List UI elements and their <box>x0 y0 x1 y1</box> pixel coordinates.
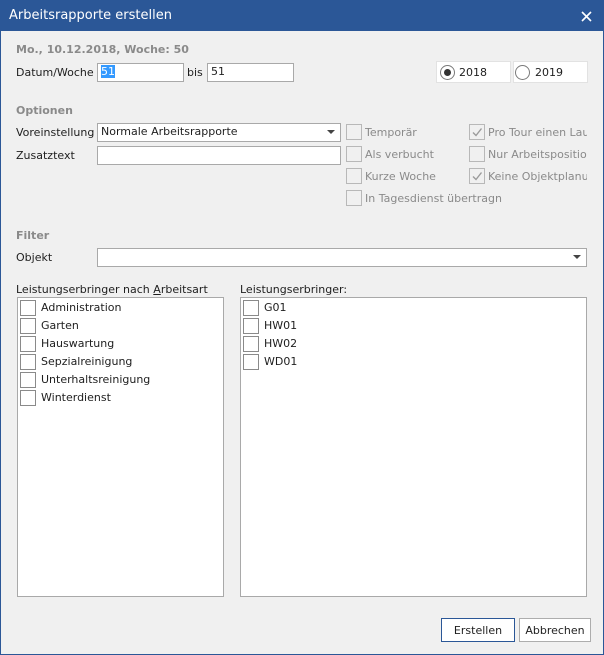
day-service-label: In Tagesdienst übertragn <box>365 192 502 205</box>
date-week-label: Datum/Woche <box>16 66 94 79</box>
dialog-window: Arbeitsrapporte erstellen Mo., 10.12.201… <box>0 0 604 655</box>
year-2019-radio[interactable] <box>515 65 530 80</box>
providers-list-label: Leistungserbringer: <box>240 283 348 296</box>
list-item-checkbox[interactable] <box>243 336 259 352</box>
list-item[interactable]: Administration <box>20 299 210 317</box>
per-tour-label: Pro Tour einen Lauf <box>488 126 587 139</box>
providers-list[interactable]: G01 HW01 HW02 WD01 <box>240 297 587 597</box>
list-item[interactable]: Winterdienst <box>20 389 210 407</box>
work-positions-checkbox[interactable] <box>469 146 485 162</box>
week-from-input[interactable]: 51 <box>97 63 184 82</box>
list-item[interactable]: G01 <box>243 299 433 317</box>
short-week-label: Kurze Woche <box>365 170 436 183</box>
date-line: Mo., 10.12.2018, Woche: 50 <box>16 43 189 56</box>
to-label: bis <box>187 66 203 79</box>
booked-checkbox[interactable] <box>346 146 362 162</box>
temporary-checkbox[interactable] <box>346 124 362 140</box>
list-item[interactable]: HW02 <box>243 335 433 353</box>
window-title: Arbeitsrapporte erstellen <box>9 8 172 23</box>
object-combobox[interactable] <box>97 248 587 267</box>
list-item-checkbox[interactable] <box>243 318 259 334</box>
list-item-checkbox[interactable] <box>20 336 36 352</box>
list-item-checkbox[interactable] <box>20 390 36 406</box>
work-positions-label: Nur Arbeitspositionen <box>488 148 587 161</box>
week-from-value: 51 <box>101 65 115 78</box>
preset-combobox[interactable]: Normale Arbeitsrapporte <box>97 123 341 142</box>
year-2019-label: 2019 <box>535 66 563 79</box>
list-item-checkbox[interactable] <box>20 372 36 388</box>
work-type-list-label: Leistungserbringer nach Arbeitsart <box>16 283 208 296</box>
list-item[interactable]: Hauswartung <box>20 335 210 353</box>
chevron-down-icon <box>327 130 335 134</box>
close-icon[interactable] <box>569 1 603 31</box>
chevron-down-icon <box>573 255 581 259</box>
work-type-list[interactable]: Administration Garten Hauswartung Sepzia… <box>17 297 224 597</box>
list-item-checkbox[interactable] <box>20 354 36 370</box>
list-item[interactable]: Garten <box>20 317 210 335</box>
options-section-title: Optionen <box>16 104 73 117</box>
filter-section-title: Filter <box>16 229 50 242</box>
list-item-checkbox[interactable] <box>243 300 259 316</box>
list-item[interactable]: WD01 <box>243 353 433 371</box>
list-item-checkbox[interactable] <box>243 354 259 370</box>
booked-label: Als verbucht <box>365 148 434 161</box>
cancel-button[interactable]: Abbrechen <box>519 618 591 642</box>
no-object-planning-label: Keine Objektplanung <box>488 170 587 183</box>
extra-text-label: Zusatztext <box>16 149 75 162</box>
list-item[interactable]: Unterhaltsreinigung <box>20 371 210 389</box>
year-2019-option[interactable]: 2019 <box>513 61 588 83</box>
short-week-checkbox[interactable] <box>346 168 362 184</box>
preset-value: Normale Arbeitsrapporte <box>101 125 238 138</box>
object-label: Objekt <box>16 251 53 264</box>
year-2018-radio[interactable] <box>440 65 455 80</box>
title-bar: Arbeitsrapporte erstellen <box>1 1 603 31</box>
create-button[interactable]: Erstellen <box>441 618 515 642</box>
year-2018-option[interactable]: 2018 <box>436 61 511 83</box>
week-to-input[interactable]: 51 <box>207 63 294 82</box>
per-tour-checkbox[interactable] <box>469 124 485 140</box>
checkmark-icon <box>472 172 483 181</box>
list-item-checkbox[interactable] <box>20 300 36 316</box>
list-item[interactable]: HW01 <box>243 317 433 335</box>
temporary-label: Temporär <box>365 126 417 139</box>
list-item-checkbox[interactable] <box>20 318 36 334</box>
extra-text-input[interactable] <box>97 146 341 165</box>
list-item[interactable]: Sepzialreinigung <box>20 353 210 371</box>
year-2018-label: 2018 <box>459 66 487 79</box>
preset-label: Voreinstellung <box>16 126 95 139</box>
day-service-checkbox[interactable] <box>346 190 362 206</box>
no-object-planning-checkbox[interactable] <box>469 168 485 184</box>
checkmark-icon <box>472 128 483 137</box>
